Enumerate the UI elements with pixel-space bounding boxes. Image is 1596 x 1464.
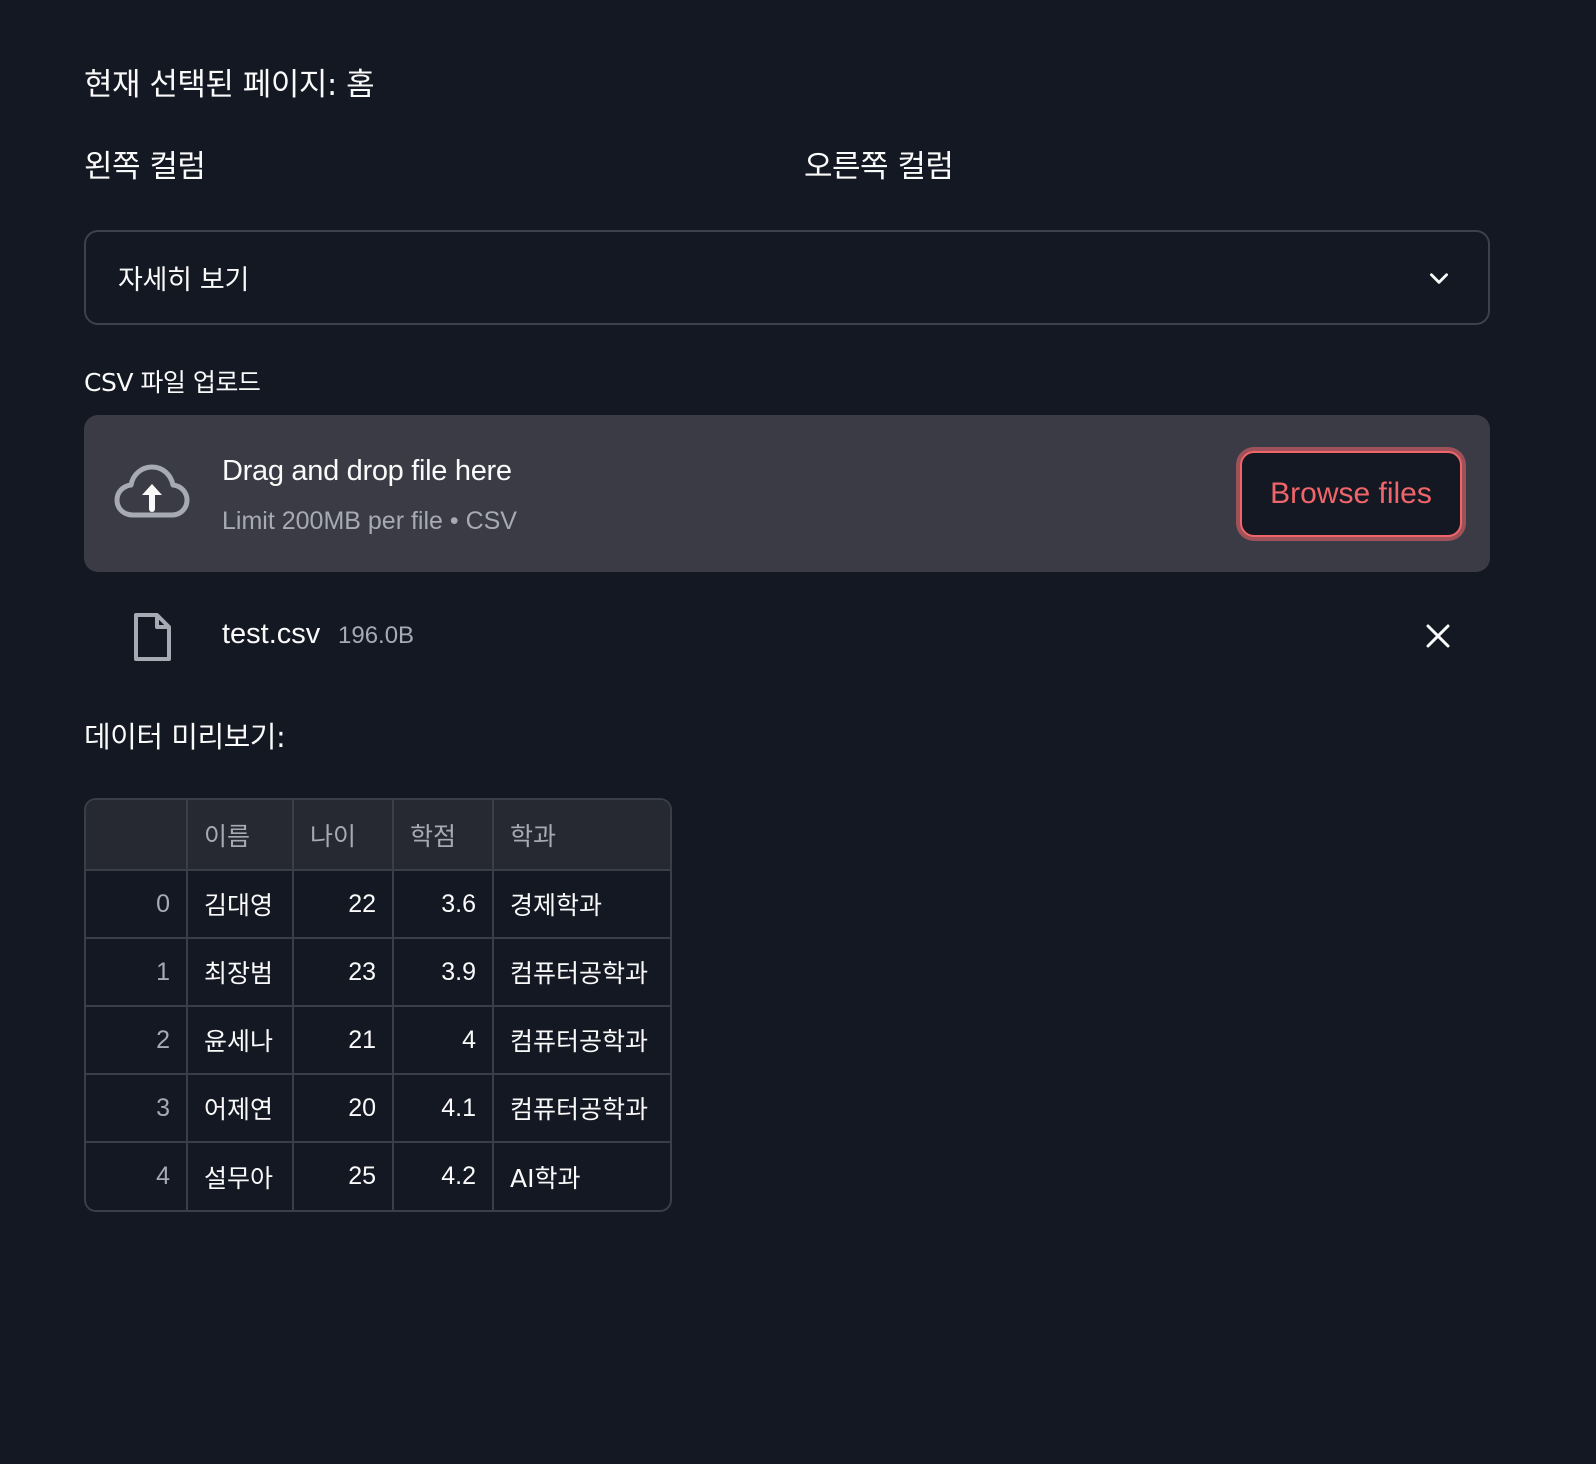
left-column-heading: 왼쪽 컬럼 [84,149,206,185]
row-index: 1 [86,938,188,1007]
cell-dept[interactable]: 컴퓨터공학과 [493,1006,670,1075]
cell-gpa[interactable]: 3.9 [393,938,494,1007]
upload-label: CSV 파일 업로드 [84,368,261,397]
dropzone-limit: Limit 200MB per file • CSV [222,507,517,535]
table-row: 1 최장범 23 3.9 컴퓨터공학과 [86,938,670,1007]
page-title: 현재 선택된 페이지: 홈 [84,67,375,103]
right-column-heading: 오른쪽 컬럼 [804,149,954,185]
dropzone-instruction: Drag and drop file here [222,455,512,487]
file-name: test.csv [222,618,321,650]
browse-files-button[interactable]: Browse files [1240,451,1462,537]
column-header-name[interactable]: 이름 [187,800,294,871]
row-index: 3 [86,1074,188,1143]
column-header-age[interactable]: 나이 [293,800,394,871]
cell-age[interactable]: 20 [293,1074,394,1143]
column-header-index[interactable] [86,800,188,871]
cell-name[interactable]: 설무아 [187,1142,294,1210]
data-preview-table: 이름 나이 학점 학과 0 김대영 22 3.6 경제학과 1 최장범 23 3… [84,798,672,1212]
cell-dept[interactable]: AI학과 [493,1142,670,1210]
cell-name[interactable]: 김대영 [187,870,294,939]
cell-age[interactable]: 23 [293,938,394,1007]
cloud-upload-icon [114,464,190,518]
file-dropzone[interactable]: Drag and drop file here Limit 200MB per … [84,415,1490,572]
row-index: 0 [86,870,188,939]
column-header-dept[interactable]: 학과 [493,800,670,871]
cell-dept[interactable]: 컴퓨터공학과 [493,1074,670,1143]
table-header-row: 이름 나이 학점 학과 [86,800,670,871]
cell-name[interactable]: 윤세나 [187,1006,294,1075]
uploaded-file-item: test.csv 196.0B [84,602,1490,668]
table-row: 4 설무아 25 4.2 AI학과 [86,1142,670,1210]
cell-age[interactable]: 22 [293,870,394,939]
cell-name[interactable]: 어제연 [187,1074,294,1143]
table-row: 2 윤세나 21 4 컴퓨터공학과 [86,1006,670,1075]
preview-heading: 데이터 미리보기: [84,720,286,754]
view-select[interactable]: 자세히 보기 [84,230,1490,325]
cell-gpa[interactable]: 4 [393,1006,494,1075]
cell-gpa[interactable]: 3.6 [393,870,494,939]
view-select-value: 자세히 보기 [118,265,249,296]
cell-gpa[interactable]: 4.1 [393,1074,494,1143]
row-index: 2 [86,1006,188,1075]
close-icon[interactable] [1424,622,1452,650]
table-row: 0 김대영 22 3.6 경제학과 [86,870,670,939]
file-icon [134,613,171,661]
cell-age[interactable]: 25 [293,1142,394,1210]
cell-age[interactable]: 21 [293,1006,394,1075]
cell-gpa[interactable]: 4.2 [393,1142,494,1210]
column-header-gpa[interactable]: 학점 [393,800,494,871]
file-size: 196.0B [338,622,415,649]
row-index: 4 [86,1142,188,1210]
cell-dept[interactable]: 경제학과 [493,870,670,939]
table-row: 3 어제연 20 4.1 컴퓨터공학과 [86,1074,670,1143]
cell-dept[interactable]: 컴퓨터공학과 [493,938,670,1007]
chevron-down-icon [1430,272,1448,284]
cell-name[interactable]: 최장범 [187,938,294,1007]
